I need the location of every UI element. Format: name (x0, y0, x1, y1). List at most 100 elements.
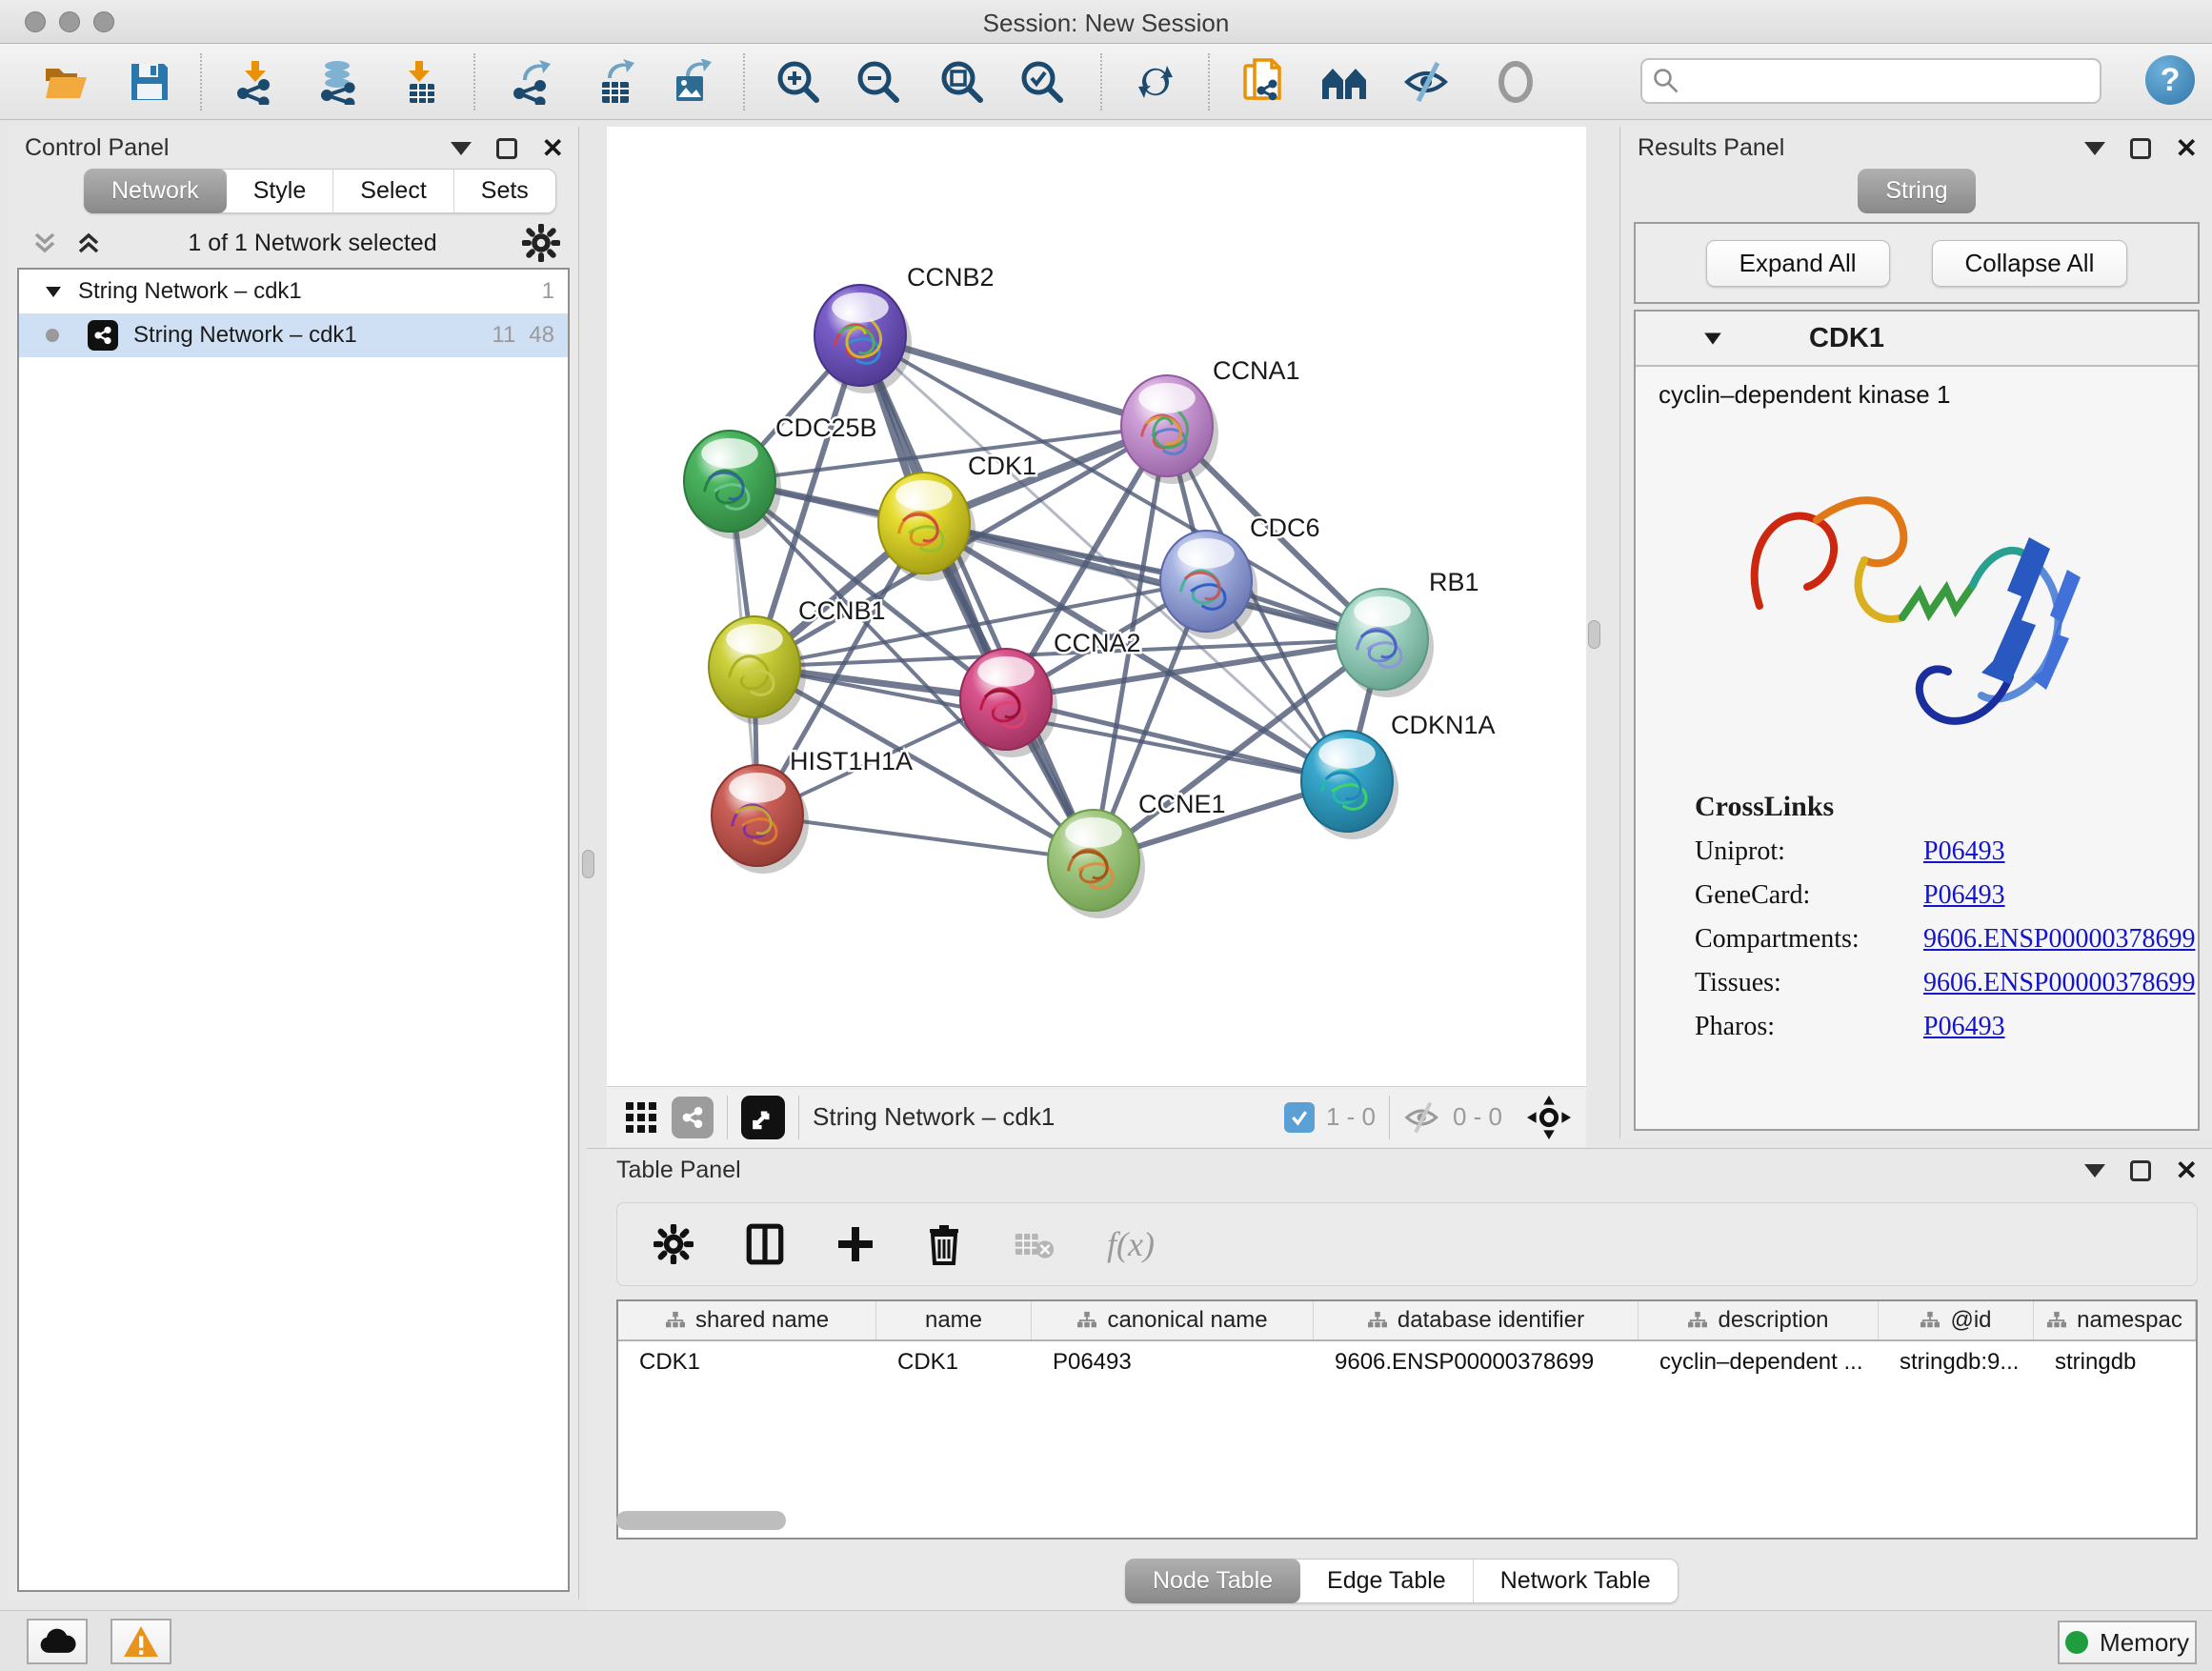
column-header-shared-name[interactable]: shared name (618, 1301, 876, 1339)
column-header-label: name (925, 1307, 982, 1334)
crosslink-link[interactable]: 9606.ENSP00000378699 (1923, 924, 2195, 955)
zoom-selected-button[interactable] (1016, 55, 1069, 109)
export-image-button[interactable] (666, 55, 719, 109)
warnings-button[interactable] (111, 1619, 171, 1664)
network-edge[interactable] (860, 335, 1094, 860)
import-table-button[interactable] (392, 55, 446, 109)
table-gear-icon[interactable] (654, 1224, 694, 1264)
crosslink-link[interactable]: 9606.ENSP00000378699 (1923, 968, 2195, 998)
zoom-fit-button[interactable] (935, 55, 989, 109)
float-panel-icon[interactable] (2130, 1160, 2151, 1181)
refresh-layout-icon (1134, 60, 1177, 104)
export-table-button[interactable] (590, 55, 643, 109)
table-tab-node-table[interactable]: Node Table (1125, 1559, 1301, 1603)
crosslink-link[interactable]: P06493 (1923, 836, 2005, 867)
memory-status-dot (2065, 1631, 2088, 1654)
network-node-CCNE1[interactable]: CCNE1 (1048, 790, 1226, 918)
network-canvas[interactable]: CCNB2CCNA1CDC25BCDK1CDC6RB1CCNB1CCNA2CDK… (607, 127, 1586, 1086)
birdseye-view-icon[interactable] (741, 1096, 785, 1139)
network-options-gear-icon[interactable] (522, 224, 560, 262)
table-tab-edge-table[interactable]: Edge Table (1300, 1560, 1474, 1602)
float-panel-icon[interactable] (2130, 138, 2151, 159)
table-panel-title: Table Panel (616, 1157, 741, 1184)
houses-icon (1320, 61, 1370, 103)
tab-network[interactable]: Network (84, 169, 228, 213)
zoom-selected-icon (1019, 59, 1065, 105)
column-header-label: namespac (2077, 1307, 2182, 1334)
table-row[interactable]: CDK1CDK1P064939606.ENSP00000378699cyclin… (618, 1341, 2196, 1383)
crosslink-link[interactable]: P06493 (1923, 880, 2005, 911)
network-share-view-icon[interactable] (672, 1097, 714, 1138)
save-session-button[interactable] (123, 55, 176, 109)
network-row-selected[interactable]: String Network – cdk1 11 48 (19, 313, 568, 357)
crosslink-link[interactable]: P06493 (1923, 1012, 2005, 1042)
toolbar-separator (1208, 53, 1210, 111)
network-from-selection-button[interactable] (1237, 55, 1290, 109)
import-network-icon (233, 59, 277, 105)
delete-column-icon[interactable] (926, 1223, 962, 1265)
panel-menu-icon[interactable] (2084, 1164, 2105, 1178)
collection-expander-icon[interactable] (44, 284, 63, 299)
gene-expander-icon[interactable] (1702, 330, 1723, 347)
memory-button[interactable]: Memory (2058, 1621, 2197, 1664)
expand-all-button[interactable]: Expand All (1706, 240, 1890, 287)
show-columns-icon[interactable] (745, 1222, 785, 1266)
toolbar-search[interactable] (1640, 58, 2101, 104)
zoom-in-button[interactable] (772, 55, 825, 109)
column-header-canonical-name[interactable]: canonical name (1032, 1301, 1314, 1339)
first-neighbors-button[interactable] (1318, 55, 1372, 109)
panel-menu-icon[interactable] (451, 142, 472, 155)
tab-style[interactable]: Style (227, 170, 334, 212)
column-header-database-identifier[interactable]: database identifier (1314, 1301, 1639, 1339)
zoom-out-button[interactable] (852, 55, 905, 109)
import-network-file-button[interactable] (229, 55, 282, 109)
tab-sets[interactable]: Sets (454, 170, 555, 212)
network-collection-row[interactable]: String Network – cdk1 1 (19, 270, 568, 313)
import-network-database-button[interactable] (312, 55, 366, 109)
results-tab-string[interactable]: String (1858, 169, 1975, 213)
add-column-icon[interactable] (836, 1225, 875, 1263)
function-builder-icon[interactable]: f(x) (1107, 1224, 1155, 1264)
help-button[interactable]: ? (2145, 55, 2195, 105)
right-splitter-handle[interactable] (1588, 620, 1600, 649)
crosslink-row: Uniprot:P06493 (1695, 836, 2198, 867)
collapse-all-button[interactable]: Collapse All (1932, 240, 2128, 287)
network-node-RB1[interactable]: RB1 (1337, 568, 1479, 697)
panel-menu-icon[interactable] (2084, 142, 2105, 155)
open-file-button[interactable] (39, 55, 92, 109)
network-node-HIST1H1A[interactable]: HIST1H1A (712, 747, 913, 874)
table-horizontal-scrollbar[interactable] (616, 1511, 786, 1530)
column-header-@id[interactable]: @id (1879, 1301, 2034, 1339)
pan-crosshair-icon[interactable] (1527, 1096, 1571, 1139)
node-label-HIST1H1A: HIST1H1A (790, 747, 913, 775)
delete-table-icon[interactable] (1014, 1228, 1056, 1260)
tab-select[interactable]: Select (333, 170, 453, 212)
selected-nodes-checkbox[interactable] (1284, 1102, 1315, 1133)
column-header-namespac[interactable]: namespac (2034, 1301, 2196, 1339)
hidden-elements-eye-icon[interactable] (1403, 1101, 1441, 1134)
grid-view-icon[interactable] (624, 1100, 658, 1135)
float-panel-icon[interactable] (496, 138, 517, 159)
cloud-status-button[interactable] (27, 1619, 88, 1664)
table-tab-network-table[interactable]: Network Table (1474, 1560, 1678, 1602)
network-node-CCNA1[interactable]: CCNA1 (1121, 356, 1300, 484)
show-graphics-details-button[interactable] (1489, 55, 1542, 109)
apply-layout-button[interactable] (1129, 55, 1182, 109)
close-panel-icon[interactable]: ✕ (2176, 1160, 2198, 1181)
column-header-name[interactable]: name (876, 1301, 1032, 1339)
close-panel-icon[interactable]: ✕ (542, 138, 564, 159)
export-network-button[interactable] (505, 55, 558, 109)
network-node-CDKN1A[interactable]: CDKN1A (1301, 711, 1496, 839)
hide-graphics-details-button[interactable] (1400, 55, 1454, 109)
database-icon (317, 59, 361, 105)
left-splitter-handle[interactable] (582, 850, 594, 878)
toolbar-separator (743, 53, 745, 111)
collapse-all-chevron-icon[interactable] (30, 229, 59, 257)
network-label: String Network – cdk1 (133, 322, 357, 349)
string-network-icon (88, 320, 118, 351)
search-input[interactable] (1680, 68, 2081, 94)
close-panel-icon[interactable]: ✕ (2176, 138, 2198, 159)
expand-all-chevron-icon[interactable] (74, 229, 103, 257)
column-header-description[interactable]: description (1639, 1301, 1879, 1339)
column-header-label: database identifier (1398, 1307, 1584, 1334)
